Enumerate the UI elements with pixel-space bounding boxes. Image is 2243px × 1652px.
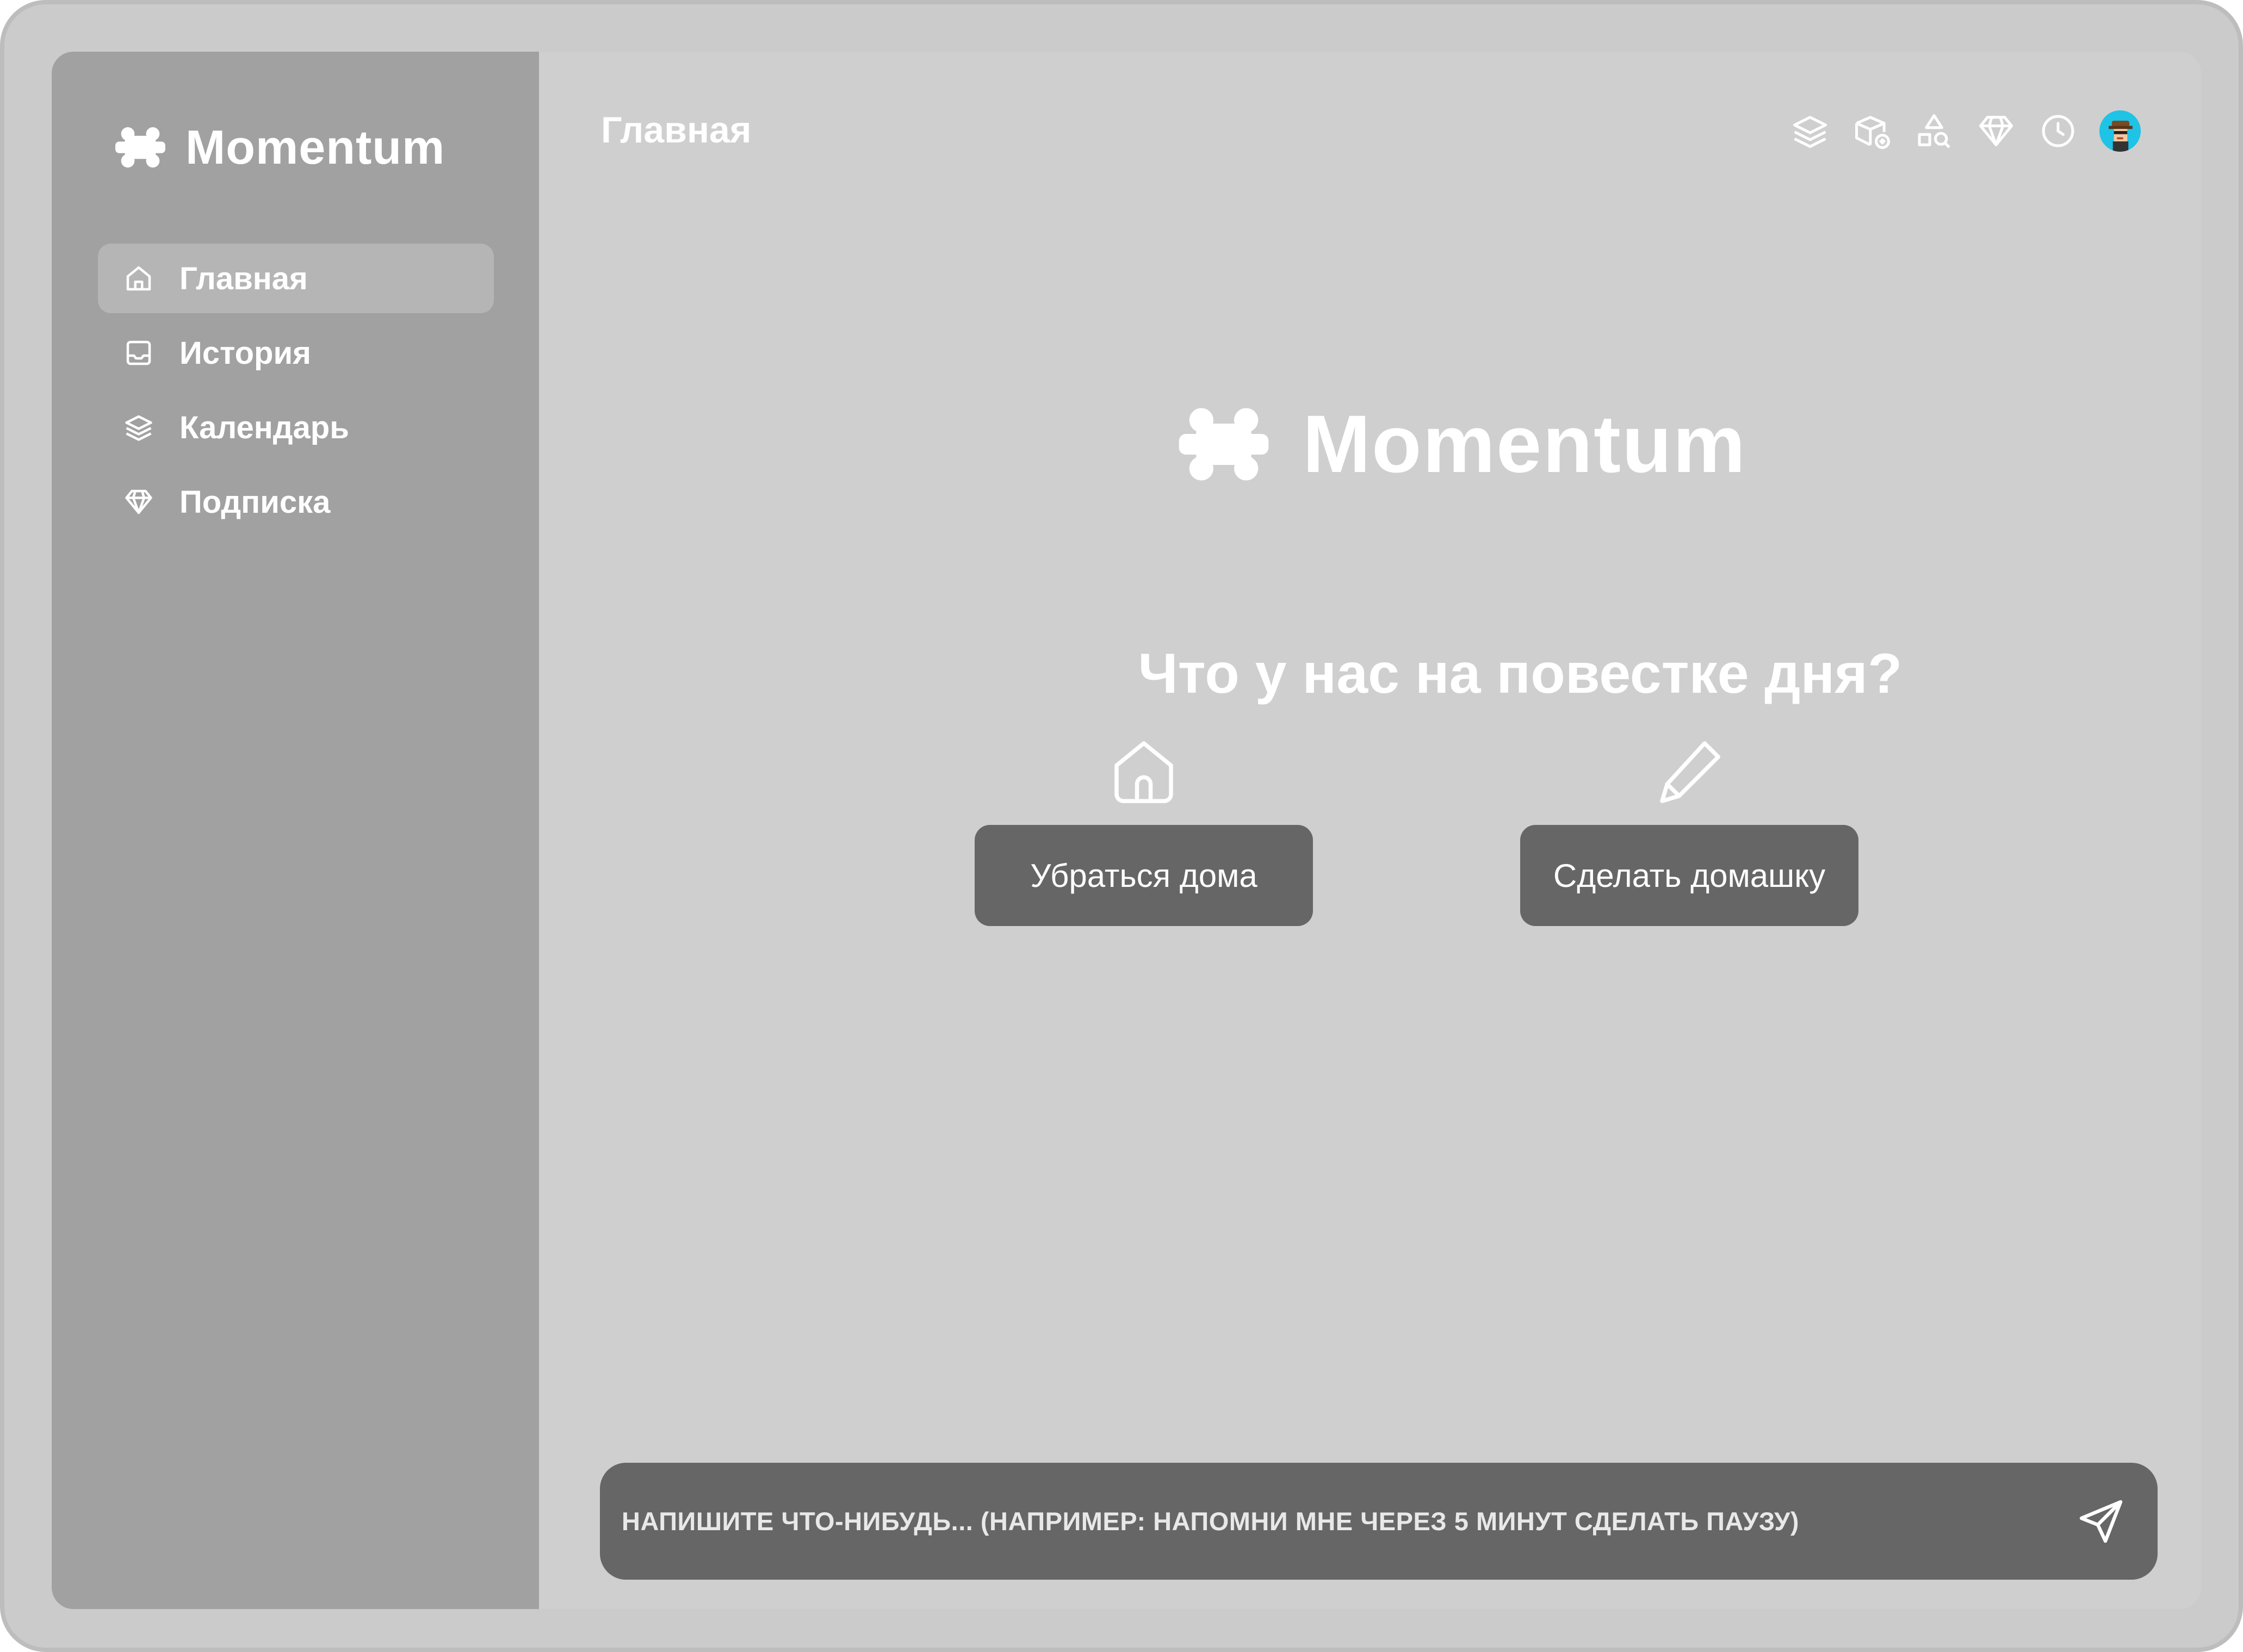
message-input[interactable]: НАПИШИТЕ ЧТО-НИБУДЬ... (НАПРИМЕР: НАПОМН… [622, 1506, 2075, 1536]
sidebar-brand[interactable]: Momentum [111, 120, 445, 175]
home-icon [1114, 741, 1173, 803]
send-icon[interactable] [2075, 1495, 2127, 1548]
sidebar-item-label: Календарь [179, 409, 349, 445]
sidebar-item-label: Подписка [179, 484, 331, 520]
top-toolbar [1789, 110, 2141, 152]
agenda-question: Что у нас на повестке дня? [1138, 642, 1903, 705]
avatar-image [2099, 110, 2141, 152]
app-window: Momentum Главная История Календарь Подпи… [52, 52, 2201, 1609]
layers-icon[interactable] [1789, 110, 1831, 152]
inbox-icon [126, 340, 151, 365]
shapes-search-icon[interactable] [1913, 110, 1955, 152]
sidebar-nav: Главная История Календарь Подписка [98, 244, 494, 542]
sidebar-item-home[interactable]: Главная [98, 244, 494, 313]
do-homework-button[interactable]: Сделать домашку [1520, 825, 1858, 926]
sidebar-item-label: История [179, 335, 311, 371]
device-frame: Momentum Главная История Календарь Подпи… [0, 0, 2243, 1652]
clean-home-button[interactable]: Убраться дома [975, 825, 1313, 926]
layers-icon [125, 415, 152, 441]
sidebar-item-subscription[interactable]: Подписка [98, 467, 494, 537]
pencil-icon [1660, 741, 1720, 803]
sidebar-item-history[interactable]: История [98, 318, 494, 388]
clock-icon[interactable] [2037, 110, 2079, 152]
message-composer[interactable]: НАПИШИТЕ ЧТО-НИБУДЬ... (НАПРИМЕР: НАПОМН… [600, 1463, 2158, 1580]
hero-brand: Momentum [1172, 397, 1746, 491]
momentum-logo-icon [115, 126, 165, 169]
hero-brand-name: Momentum [1303, 398, 1746, 489]
sidebar-item-label: Главная [179, 260, 308, 296]
page-title: Главная [601, 109, 752, 151]
quick-action-homework: Сделать домашку [1520, 731, 1858, 926]
brand-name: Momentum [185, 120, 445, 174]
box-add-icon[interactable] [1851, 110, 1893, 152]
sidebar-item-calendar[interactable]: Календарь [98, 393, 494, 462]
sidebar: Momentum Главная История Календарь Подпи… [52, 52, 539, 1609]
quick-action-clean: Убраться дома [975, 731, 1313, 926]
momentum-logo-icon [1179, 405, 1269, 483]
diamond-icon[interactable] [1975, 110, 2017, 152]
avatar[interactable] [2099, 110, 2141, 152]
home-icon [126, 266, 151, 291]
diamond-icon [125, 489, 152, 514]
